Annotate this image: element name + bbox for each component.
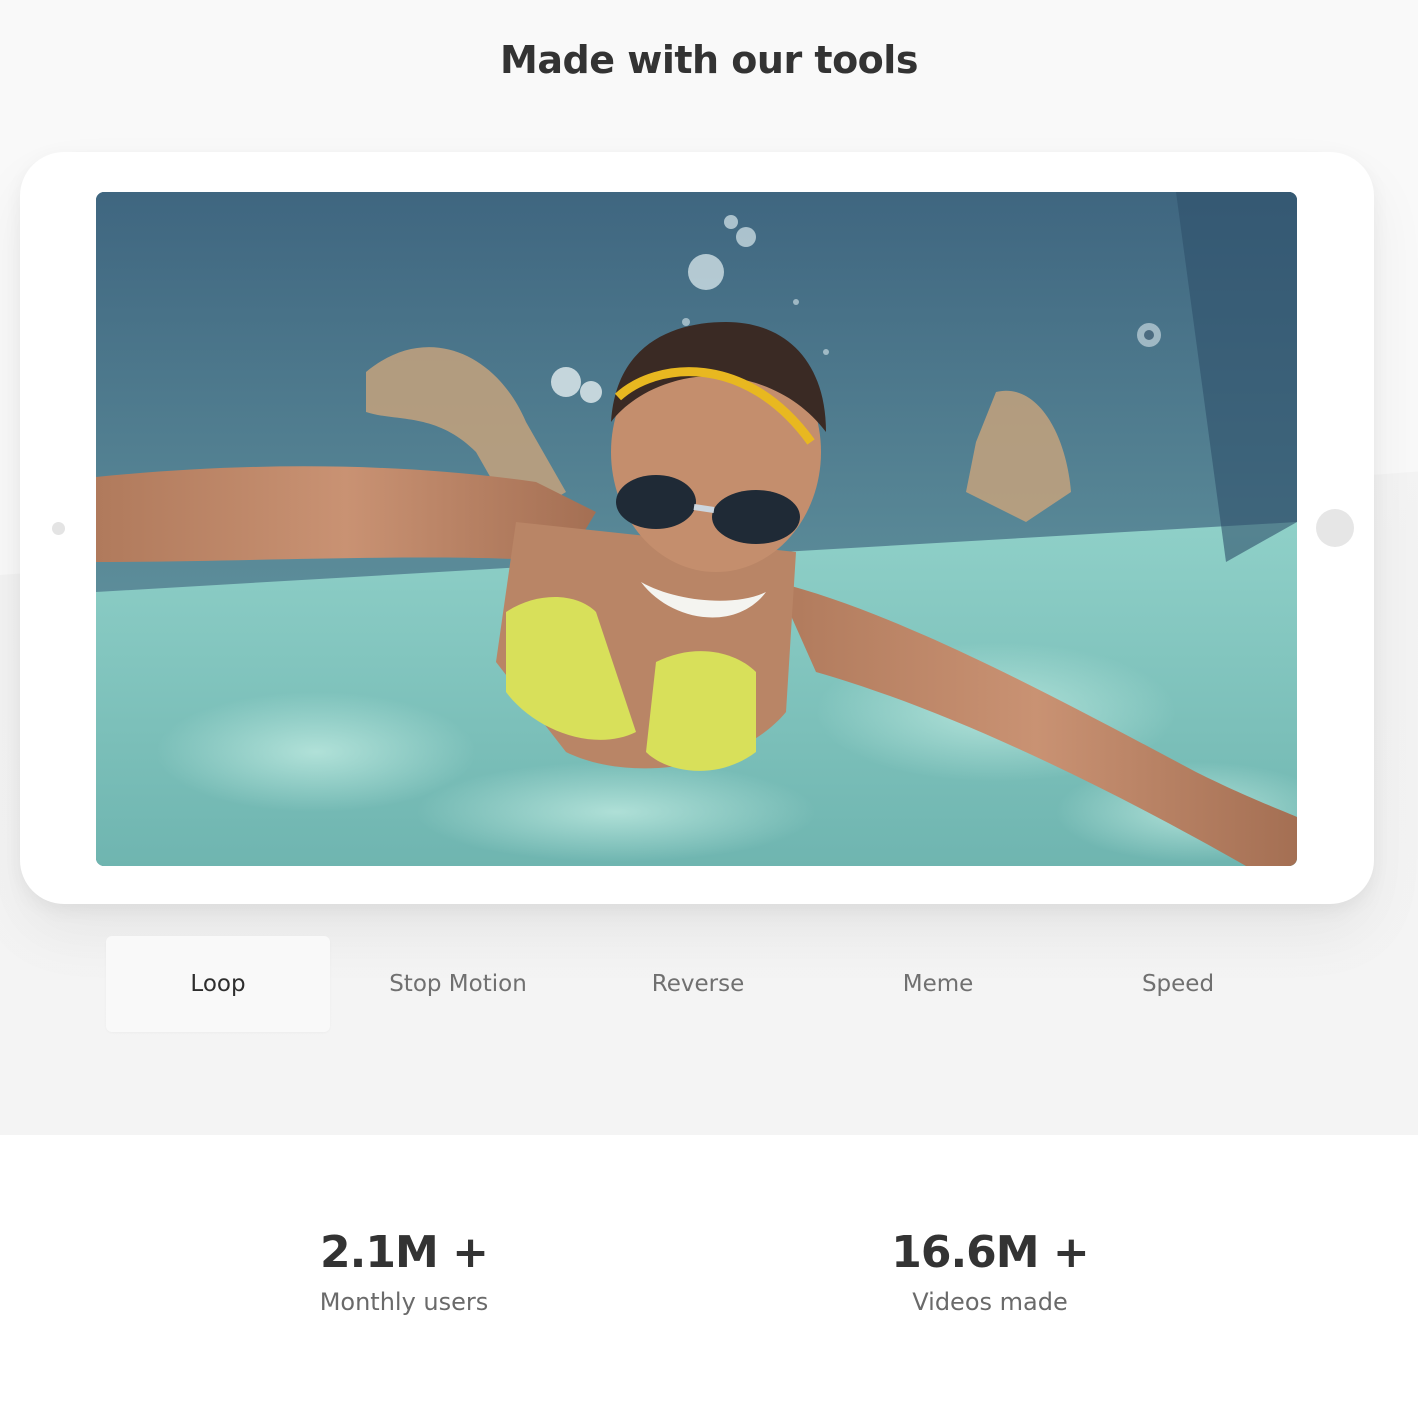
stat-value: 2.1M + [320,1227,489,1278]
tab-speed[interactable]: Speed [1066,936,1290,1032]
stat-label: Videos made [912,1288,1068,1316]
stats-section: 2.1M + Monthly users 16.6M + Videos made [0,1135,1418,1418]
stat-videos-made: 16.6M + Videos made [780,1225,1200,1319]
tablet-home-button [1316,509,1354,547]
section-title: Made with our tools [500,38,918,82]
tools-showcase-section: Made with our tools Loop Stop Motion Rev… [0,0,1418,1135]
tab-stop-motion[interactable]: Stop Motion [346,936,570,1032]
tablet-camera-dot [52,522,65,535]
tab-reverse[interactable]: Reverse [586,936,810,1032]
stat-monthly-users: 2.1M + Monthly users [194,1225,614,1319]
video-preview[interactable] [96,192,1297,866]
stat-value: 16.6M + [891,1227,1090,1278]
tab-loop[interactable]: Loop [106,936,330,1032]
tab-meme[interactable]: Meme [826,936,1050,1032]
underwater-swimmer-image [96,192,1297,866]
stat-label: Monthly users [319,1288,489,1316]
tablet-frame [20,152,1374,904]
tool-tabs: Loop Stop Motion Reverse Meme Speed [106,936,1306,1032]
